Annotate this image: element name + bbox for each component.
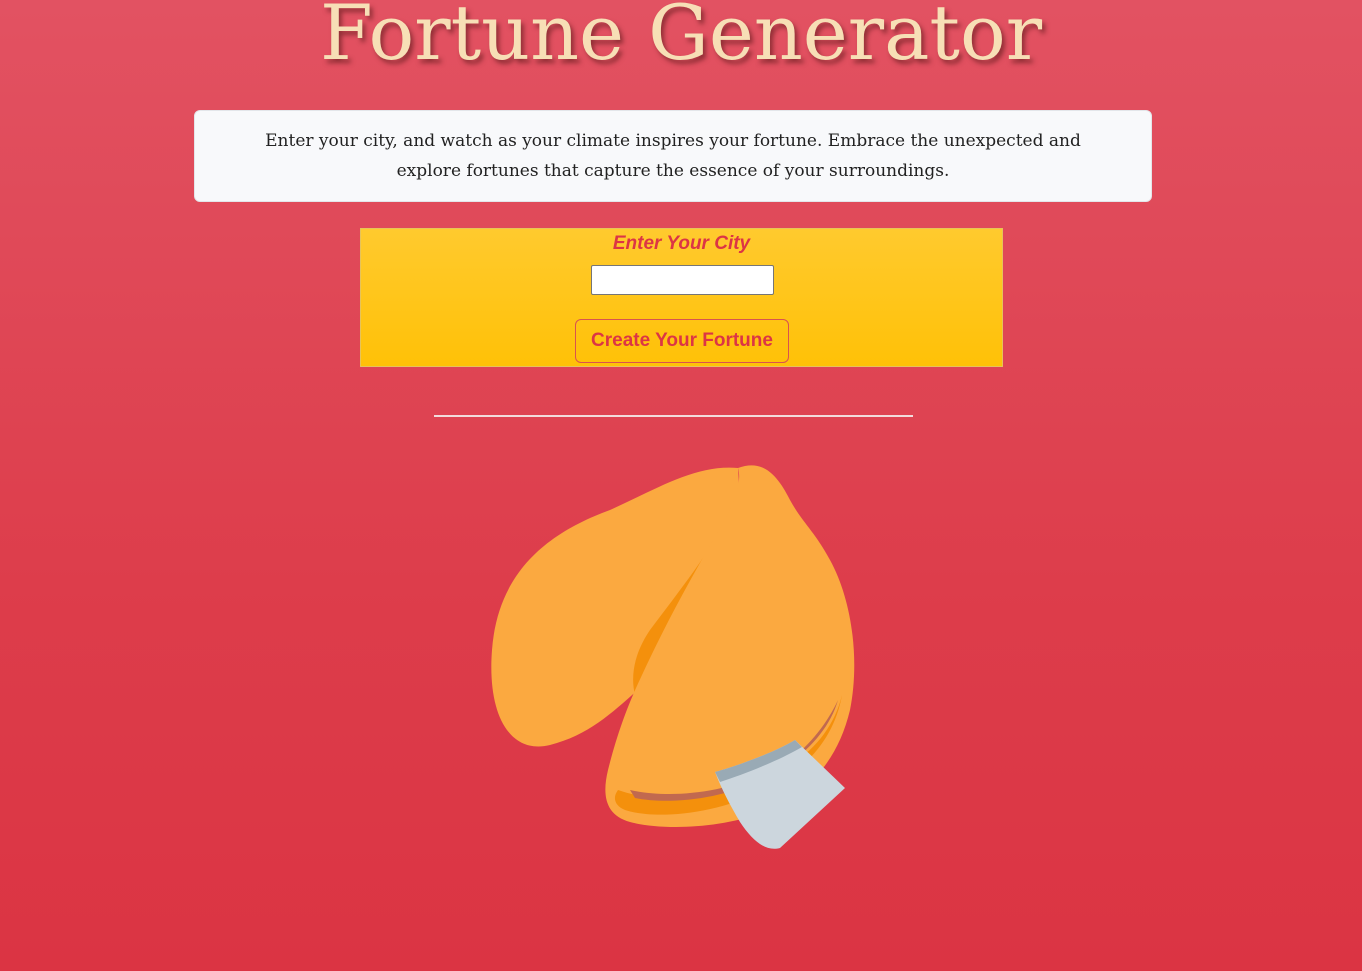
city-label: Enter Your City (612, 233, 751, 254)
intro-text: Enter your city, and watch as your clima… (265, 131, 1081, 181)
city-form: Enter Your City Create Your Fortune (360, 228, 1003, 367)
intro-card: Enter your city, and watch as your clima… (194, 110, 1152, 202)
page-title: Fortune Generator (319, 0, 1043, 77)
create-fortune-button[interactable]: Create Your Fortune (575, 319, 789, 363)
city-input[interactable] (591, 265, 774, 295)
fortune-cookie-icon (491, 465, 855, 849)
divider (434, 415, 913, 417)
